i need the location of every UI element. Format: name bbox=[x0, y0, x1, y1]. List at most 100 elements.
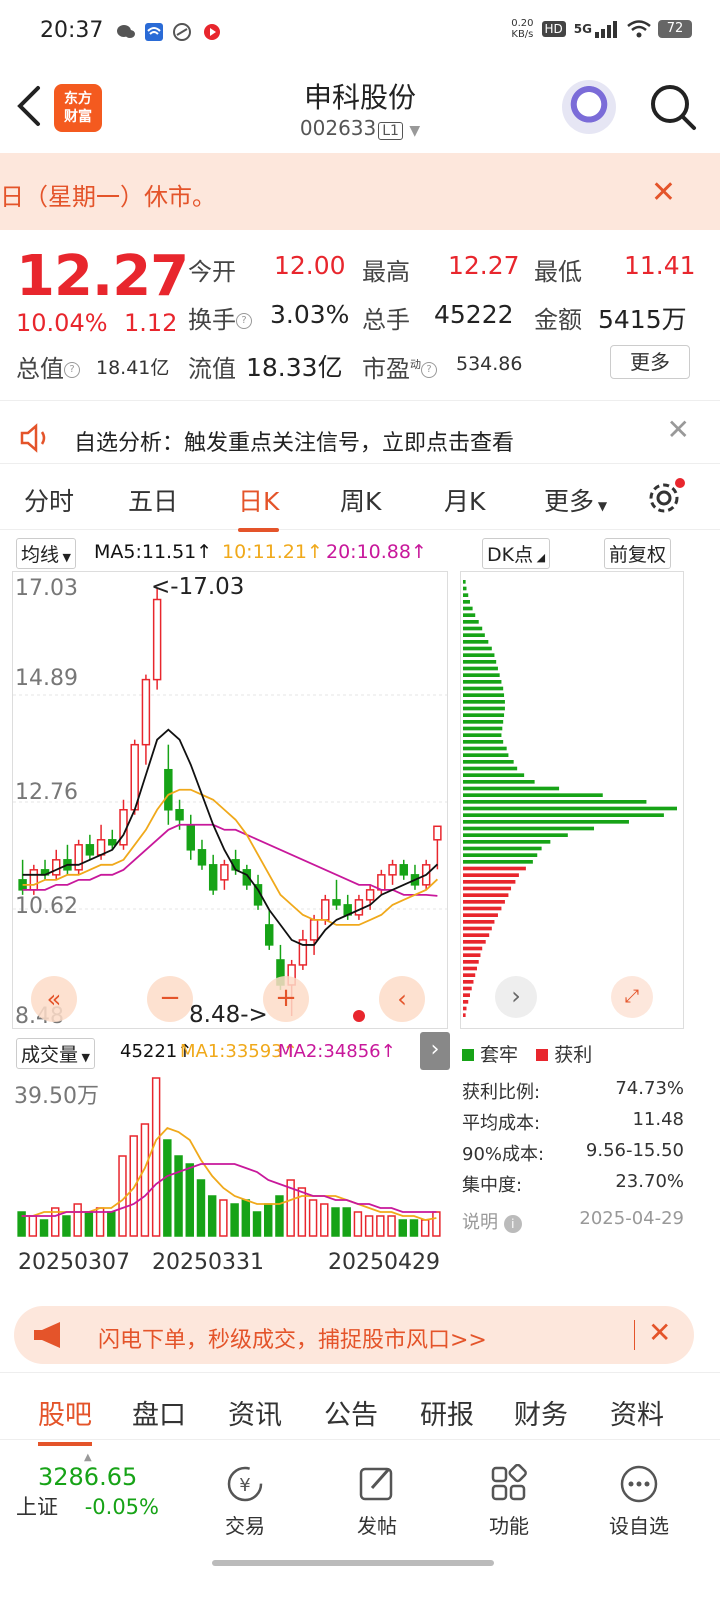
nav-trade-label: 交易 bbox=[225, 1514, 265, 1538]
chip-bar bbox=[463, 953, 481, 957]
volume-bar bbox=[118, 1155, 127, 1237]
info-icon[interactable]: ? bbox=[64, 362, 80, 378]
chip-bar bbox=[463, 973, 476, 977]
chip-bar bbox=[463, 873, 519, 877]
stock-header: 东方 财富 申科股份 002633 L1 ▼ bbox=[0, 64, 720, 150]
explain-link[interactable]: 说明 i bbox=[462, 1208, 522, 1234]
quick-trade-promo[interactable]: 闪电下单，秒级成交，捕捉股市风口>> ✕ bbox=[14, 1306, 694, 1364]
candle-body bbox=[29, 869, 39, 891]
promo-text: 闪电下单，秒级成交，捕捉股市风口>> bbox=[98, 1328, 487, 1353]
volume-chart[interactable]: 39.50万 20250307 20250331 20250429 bbox=[12, 1072, 448, 1292]
tab-announcements[interactable]: 公告 bbox=[324, 1393, 378, 1432]
chip-bar bbox=[463, 726, 503, 731]
volume-bar bbox=[219, 1199, 228, 1237]
y-tick: 14.89 bbox=[15, 666, 78, 691]
pe-label: 市盈动? bbox=[362, 349, 437, 384]
volume-bar bbox=[84, 1211, 94, 1237]
chip-bar bbox=[463, 800, 647, 804]
chip-bar bbox=[463, 840, 551, 844]
turnover-label: 换手? bbox=[188, 300, 252, 335]
nav-functions[interactable]: 功能 bbox=[464, 1464, 554, 1539]
chip-bar bbox=[463, 806, 677, 811]
expand-icon[interactable]: ⤢ bbox=[611, 976, 653, 1018]
nav-functions-label: 功能 bbox=[489, 1514, 529, 1538]
signal-dot bbox=[353, 1010, 365, 1022]
ma-selector[interactable]: 均线 ▼ bbox=[16, 538, 76, 569]
tab-order-book[interactable]: 盘口 bbox=[132, 1393, 186, 1432]
zoom-in-button[interactable]: + bbox=[263, 976, 309, 1022]
candle-body bbox=[141, 678, 151, 746]
chip-bar bbox=[463, 820, 629, 824]
tab-guba[interactable]: 股吧 bbox=[38, 1393, 92, 1446]
tab-five-day[interactable]: 五日 bbox=[128, 482, 178, 518]
volume-bar bbox=[398, 1219, 407, 1237]
volume-bar bbox=[151, 1077, 161, 1237]
scroll-left-button[interactable]: « bbox=[31, 976, 77, 1022]
level-badge: L1 bbox=[378, 122, 403, 140]
volume-ma2-line bbox=[21, 1163, 437, 1217]
ai-assistant-robot-icon[interactable] bbox=[562, 80, 616, 134]
status-time: 20:37 bbox=[40, 18, 104, 43]
volume-bar bbox=[432, 1211, 441, 1237]
chip-bar bbox=[463, 793, 603, 797]
promo-close-icon[interactable]: ✕ bbox=[648, 1316, 671, 1349]
market-closed-notice[interactable]: 日（星期一）休市。 ✕ bbox=[0, 153, 720, 230]
index-ticker[interactable]: ▲ 3286.65 上证 -0.05% bbox=[16, 1452, 186, 1521]
tab-daily-k[interactable]: 日K bbox=[238, 482, 280, 532]
date-label: 20250331 bbox=[152, 1250, 264, 1275]
chip-bar bbox=[463, 646, 492, 651]
link-icon bbox=[172, 22, 192, 42]
tab-profile[interactable]: 资料 bbox=[610, 1393, 664, 1432]
info-icon[interactable]: ? bbox=[236, 313, 252, 329]
adjust-selector[interactable]: 前复权 bbox=[604, 538, 672, 569]
volume-bar bbox=[264, 1203, 273, 1237]
chip-bar bbox=[463, 613, 476, 617]
candle-body bbox=[220, 864, 229, 881]
chip-distribution-chart[interactable]: › ⤢ bbox=[460, 571, 684, 1029]
max-price-marker: <-17.03 bbox=[151, 574, 245, 600]
tab-research[interactable]: 研报 bbox=[420, 1393, 474, 1432]
tab-news[interactable]: 资讯 bbox=[228, 1393, 282, 1432]
chip-bar bbox=[463, 846, 542, 851]
nav-post[interactable]: 发帖 bbox=[332, 1464, 422, 1539]
analysis-close-icon[interactable]: ✕ bbox=[667, 413, 690, 446]
tab-intraday[interactable]: 分时 bbox=[24, 482, 74, 518]
index-value: 3286.65 bbox=[38, 1463, 138, 1491]
step-back-button[interactable]: ‹ bbox=[379, 976, 425, 1022]
volume-bar bbox=[364, 1215, 374, 1237]
volume-bar bbox=[107, 1211, 116, 1237]
more-quote-button[interactable]: 更多 bbox=[610, 345, 690, 379]
nav-trade[interactable]: ¥ 交易 bbox=[200, 1464, 290, 1539]
kline-chart[interactable]: 17.03 14.89 12.76 10.62 8.48 <-17.03 8.4… bbox=[12, 571, 448, 1029]
network-label: 5G bbox=[573, 22, 592, 36]
volume-selector[interactable]: 成交量 ▼ bbox=[16, 1038, 95, 1069]
chart-settings-button[interactable] bbox=[646, 478, 686, 522]
volume-bar bbox=[376, 1215, 385, 1237]
info-tabs: 股吧 盘口 资讯 公告 研报 财务 资料 bbox=[0, 1372, 720, 1446]
chip-bar bbox=[463, 633, 485, 637]
tab-monthly-k[interactable]: 月K bbox=[444, 482, 485, 518]
volume-bar bbox=[409, 1219, 419, 1237]
chip-bar bbox=[463, 666, 498, 671]
info-icon[interactable]: ? bbox=[421, 362, 437, 378]
watch-analysis-banner[interactable]: 自选分析：触发重点关注信号，立即点击查看 ✕ bbox=[0, 400, 720, 464]
amount-value: 5415万 bbox=[598, 305, 687, 334]
search-button[interactable] bbox=[648, 82, 698, 132]
chip-bar bbox=[463, 673, 500, 677]
notice-close-icon[interactable]: ✕ bbox=[651, 175, 676, 210]
chip-bar bbox=[463, 760, 514, 764]
home-indicator[interactable] bbox=[212, 1560, 494, 1566]
chip-bar bbox=[463, 620, 479, 624]
tab-weekly-k[interactable]: 周K bbox=[340, 482, 381, 518]
chip-next-button[interactable]: › bbox=[495, 976, 537, 1018]
ma5-line bbox=[22, 728, 439, 946]
volume-max-label: 39.50万 bbox=[14, 1084, 99, 1109]
zoom-out-button[interactable]: − bbox=[147, 976, 193, 1022]
tab-finance[interactable]: 财务 bbox=[514, 1393, 568, 1432]
indicator-next-button[interactable]: › bbox=[420, 1032, 450, 1070]
bottom-nav: ▲ 3286.65 上证 -0.05% ¥ 交易 发帖 功能 设自选 bbox=[0, 1442, 720, 1600]
tab-more[interactable]: 更多 ▼ bbox=[544, 482, 607, 518]
dk-point-selector[interactable]: DK点 ◢ bbox=[482, 538, 551, 569]
app-notify-icon bbox=[144, 22, 164, 42]
nav-add-watch[interactable]: 设自选 bbox=[594, 1464, 684, 1539]
